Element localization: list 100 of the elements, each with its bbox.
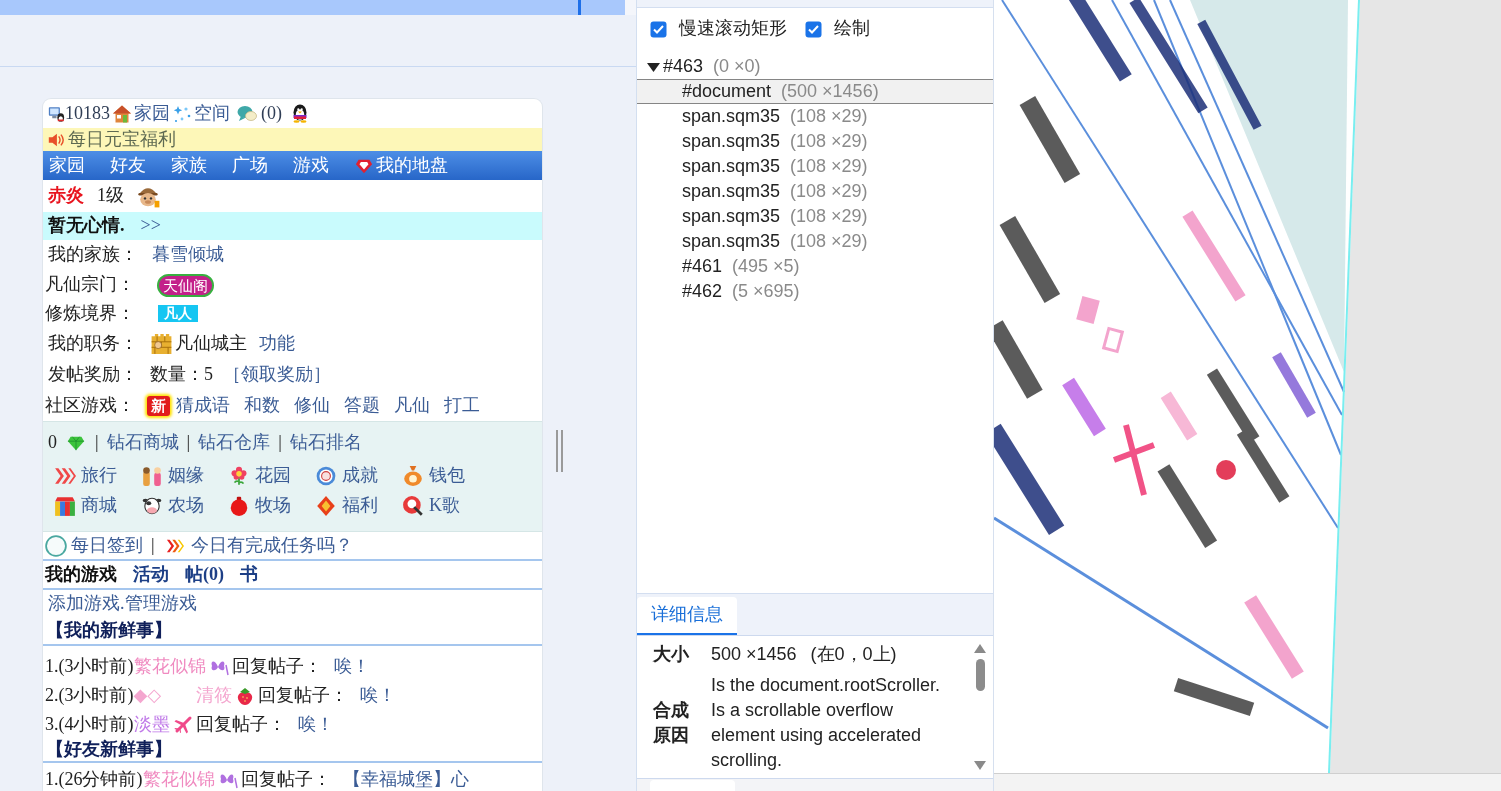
shortcut-link[interactable]: 姻缘 xyxy=(141,465,228,487)
field-label: 大小 xyxy=(653,643,690,666)
game-link[interactable]: 答题 xyxy=(344,394,380,417)
nav-link[interactable]: 游戏 xyxy=(293,154,329,177)
reason-text: Is a scrollable overflow element using accelerated scrolling. xyxy=(711,699,923,772)
reason-text: Is the document.rootScroller. xyxy=(711,674,942,697)
tab[interactable]: 书 xyxy=(240,563,258,586)
separator: | xyxy=(278,432,282,454)
details-tab[interactable]: 详细信息 xyxy=(637,597,737,635)
task-link[interactable]: 今日有完成任务吗？ xyxy=(190,534,353,557)
tab[interactable]: 活动 xyxy=(133,563,169,586)
penguin-icon xyxy=(290,103,310,124)
tree-item[interactable]: #document (500 ×1456) xyxy=(637,79,993,104)
user-id: 10183 xyxy=(65,102,110,125)
separator: | xyxy=(95,432,99,454)
store-icon xyxy=(54,495,76,517)
field-label: 我的职务： xyxy=(48,332,138,355)
game-manage-link[interactable]: 添加游戏.管理游戏 xyxy=(48,592,197,615)
family-link[interactable]: 暮雪倾城 xyxy=(152,244,224,266)
tree-item[interactable]: span.sqm35 (108 ×29) xyxy=(637,204,993,229)
resize-handle-icon[interactable] xyxy=(556,430,563,472)
couple-icon xyxy=(141,465,163,487)
magnifier-icon xyxy=(402,495,424,517)
field-label: 社区游戏： xyxy=(45,394,135,417)
field-label: 合成原因 xyxy=(653,699,690,747)
tree-item[interactable]: span.sqm35 (108 ×29) xyxy=(637,154,993,179)
field-label: 我的家族： xyxy=(48,244,138,266)
scroll-up-icon[interactable] xyxy=(974,644,986,653)
post-count: 数量：5 xyxy=(150,364,213,386)
house-icon xyxy=(112,103,132,124)
size-value: 500 ×1456 xyxy=(711,643,797,666)
tab[interactable]: 帖(0) xyxy=(185,563,224,586)
function-link[interactable]: 功能 xyxy=(259,332,295,355)
tree-item[interactable]: span.sqm35 (108 ×29) xyxy=(637,229,993,254)
reply-link[interactable]: 【幸福城堡】心 xyxy=(342,768,469,791)
reply-link[interactable]: 唉！ xyxy=(359,684,396,707)
game-link[interactable]: 打工 xyxy=(444,394,480,417)
separator: | xyxy=(151,534,155,557)
shortcut-link[interactable]: 旅行 xyxy=(54,465,141,487)
diamond-link[interactable]: 钻石仓库 xyxy=(198,432,271,454)
expand-arrow-icon[interactable] xyxy=(647,60,660,73)
shortcut-link[interactable]: 花园 xyxy=(228,465,315,487)
checkbox-label[interactable]: 绘制 xyxy=(834,18,870,40)
game-link[interactable]: 修仙 xyxy=(294,394,330,417)
diamond-link[interactable]: 钻石商城 xyxy=(106,432,179,454)
item-prefix: 1.(26分钟前) xyxy=(45,768,143,791)
tree-item[interactable]: #461 (495 ×5) xyxy=(637,254,993,279)
shortcut-link[interactable]: 牧场 xyxy=(228,495,315,517)
bauble-icon xyxy=(228,495,250,517)
game-link[interactable]: 凡仙 xyxy=(394,394,430,417)
message-count[interactable]: (0) xyxy=(261,102,282,125)
chat-icon xyxy=(236,103,258,124)
feed-title: 【我的新鲜事】 xyxy=(46,619,172,642)
checkbox[interactable] xyxy=(805,20,822,38)
nav-link[interactable]: 家族 xyxy=(171,154,207,177)
shortcut-link[interactable]: 钱包 xyxy=(402,465,489,487)
tree-item[interactable]: span.sqm35 (108 ×29) xyxy=(637,129,993,154)
nav-link[interactable]: 广场 xyxy=(232,154,268,177)
nav-link[interactable]: 我的地盘 xyxy=(354,154,448,177)
cow-icon xyxy=(141,495,163,517)
chevrons-icon xyxy=(54,465,76,487)
position-value: (在0，0上) xyxy=(810,643,897,666)
tree-item[interactable]: span.sqm35 (108 ×29) xyxy=(637,104,993,129)
mood-link[interactable]: >> xyxy=(140,215,161,237)
gem-icon xyxy=(65,434,87,452)
nav-link[interactable]: 好友 xyxy=(110,154,146,177)
diamond-link[interactable]: 钻石排名 xyxy=(289,432,362,454)
header-link[interactable]: 家园 xyxy=(134,102,170,125)
tree-item[interactable]: #463 (0 ×0) xyxy=(637,54,993,79)
action-text: 回复帖子： xyxy=(195,713,286,736)
tree-item[interactable]: span.sqm35 (108 ×29) xyxy=(637,179,993,204)
job-title: 凡仙城主 xyxy=(175,332,247,355)
field-label: 修炼境界： xyxy=(45,302,135,325)
claim-reward-link[interactable]: ［领取奖励］ xyxy=(223,364,331,386)
scroll-down-icon[interactable] xyxy=(974,761,986,770)
sect-badge: 天仙阁 xyxy=(157,273,214,297)
checkbox-label[interactable]: 慢速滚动矩形 xyxy=(679,18,787,40)
nav-link[interactable]: 家园 xyxy=(49,154,85,177)
scrollbar-thumb[interactable] xyxy=(975,659,985,691)
tree-item[interactable]: #462 (5 ×695) xyxy=(637,279,993,304)
level-text: 1级 xyxy=(97,185,124,207)
checkin-link[interactable]: 每日签到 xyxy=(71,534,143,557)
shortcut-link[interactable]: 福利 xyxy=(315,495,402,517)
mood-text: 暂无心情. xyxy=(48,215,125,237)
circle-icon xyxy=(45,534,67,557)
user-name: 赤炎 xyxy=(48,185,84,207)
reply-link[interactable]: 唉！ xyxy=(333,655,370,678)
target-icon xyxy=(315,465,337,487)
reply-link[interactable]: 唉！ xyxy=(297,713,334,736)
field-label: 发帖奖励： xyxy=(48,364,138,386)
header-link[interactable]: 空间 xyxy=(194,102,230,125)
shortcut-link[interactable]: 农场 xyxy=(141,495,228,517)
shortcut-link[interactable]: 商城 xyxy=(54,495,141,517)
tab[interactable]: 我的游戏 xyxy=(45,563,117,586)
game-link[interactable]: 猜成语 xyxy=(176,394,230,417)
game-link[interactable]: 和数 xyxy=(244,394,280,417)
feed-title: 【好友新鲜事】 xyxy=(46,739,172,761)
shortcut-link[interactable]: 成就 xyxy=(315,465,402,487)
checkbox[interactable] xyxy=(650,20,667,38)
shortcut-link[interactable]: K歌 xyxy=(402,495,489,517)
